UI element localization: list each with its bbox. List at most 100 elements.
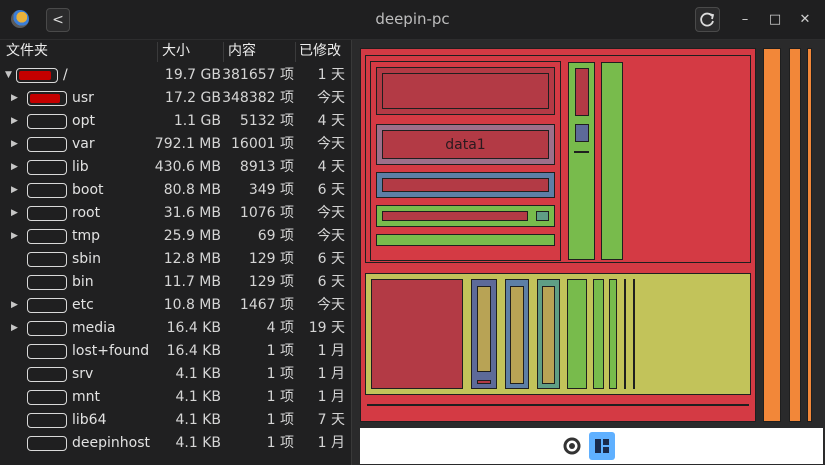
folder-modified: 6 天: [317, 182, 345, 198]
usage-bar: [27, 390, 67, 405]
usage-bar: [27, 137, 67, 152]
column-separator[interactable]: [223, 42, 224, 62]
folder-size: 25.9 MB: [163, 228, 221, 244]
table-row[interactable]: lost+found 16.4 KB 1 项 1 月: [0, 340, 352, 363]
table-row[interactable]: bin 11.7 MB 129 项 6 天: [0, 271, 352, 294]
expand-right-icon[interactable]: ▶: [11, 317, 18, 340]
folder-size: 12.8 MB: [163, 251, 221, 267]
folder-modified: 4 天: [317, 159, 345, 175]
treemap-cell[interactable]: [567, 279, 587, 389]
expand-right-icon[interactable]: ▶: [11, 133, 18, 156]
expand-right-icon[interactable]: ▶: [11, 156, 18, 179]
folder-name: /: [63, 67, 68, 83]
folder-size: 4.1 KB: [175, 389, 222, 405]
rings-view-button[interactable]: [559, 432, 585, 460]
folder-name: opt: [72, 113, 95, 129]
table-row[interactable]: lib64 4.1 KB 1 项 7 天: [0, 409, 352, 432]
folder-size: 16.4 KB: [166, 320, 221, 336]
treemap-cell[interactable]: [789, 48, 801, 422]
table-row[interactable]: ▶ etc 10.8 MB 1467 项 今天: [0, 294, 352, 317]
usage-bar: [16, 68, 58, 83]
table-row[interactable]: ▶ root 31.6 MB 1076 项 今天: [0, 202, 352, 225]
expand-down-icon[interactable]: ▼: [5, 64, 12, 87]
treemap-cell[interactable]: [763, 48, 781, 422]
treemap-cell[interactable]: [371, 279, 463, 389]
treemap-cell[interactable]: [367, 404, 749, 406]
column-separator[interactable]: [157, 42, 158, 62]
folder-modified: 今天: [317, 228, 345, 244]
minimize-button[interactable]: –: [735, 10, 755, 30]
table-row[interactable]: ▶ media 16.4 KB 4 项 19 天: [0, 317, 352, 340]
folder-modified: 7 天: [317, 412, 345, 428]
folder-item-count: 1 项: [266, 412, 294, 428]
treemap-cell[interactable]: [575, 124, 589, 142]
treemap-cell[interactable]: [601, 62, 623, 260]
column-header-contents[interactable]: 内容: [228, 40, 256, 64]
view-mode-bar: [360, 428, 823, 464]
expand-right-icon[interactable]: ▶: [11, 202, 18, 225]
treemap-cell[interactable]: [575, 68, 589, 116]
table-row[interactable]: ▶ opt 1.1 GB 5132 项 4 天: [0, 110, 352, 133]
folder-modified: 6 天: [317, 274, 345, 290]
treemap-view-button[interactable]: [589, 432, 615, 460]
treemap-cell[interactable]: [382, 73, 549, 109]
column-header-modified[interactable]: 已修改: [299, 40, 341, 64]
treemap-cell[interactable]: [376, 234, 555, 246]
usage-bar: [27, 321, 67, 336]
treemap-label-data1[interactable]: data1: [382, 130, 549, 159]
expand-right-icon[interactable]: ▶: [11, 294, 18, 317]
folder-name: tmp: [72, 228, 101, 244]
treemap-cell[interactable]: [609, 279, 617, 389]
expand-right-icon[interactable]: ▶: [11, 110, 18, 133]
back-button[interactable]: <: [46, 8, 70, 32]
expand-right-icon[interactable]: ▶: [11, 87, 18, 110]
folder-item-count: 1 项: [266, 389, 294, 405]
treemap-cell[interactable]: [624, 279, 626, 389]
folder-name: media: [72, 320, 116, 336]
close-button[interactable]: ✕: [795, 10, 815, 30]
usage-bar: [27, 206, 67, 221]
table-row[interactable]: sbin 12.8 MB 129 项 6 天: [0, 248, 352, 271]
folder-item-count: 381657 项: [222, 67, 294, 83]
table-row[interactable]: ▶ boot 80.8 MB 349 项 6 天: [0, 179, 352, 202]
folder-name: root: [72, 205, 101, 221]
treemap-cell[interactable]: [382, 178, 549, 192]
table-row[interactable]: srv 4.1 KB 1 项 1 月: [0, 363, 352, 386]
refresh-icon: [700, 12, 715, 27]
usage-bar: [27, 114, 67, 129]
treemap-cell[interactable]: [477, 286, 491, 372]
table-row[interactable]: ▶ usr 17.2 GB 348382 项 今天: [0, 87, 352, 110]
treemap-cell[interactable]: [574, 151, 589, 153]
expand-right-icon[interactable]: ▶: [11, 225, 18, 248]
treemap-cell[interactable]: [633, 279, 635, 389]
folder-size: 792.1 MB: [154, 136, 221, 152]
maximize-button[interactable]: □: [765, 10, 785, 30]
treemap-cell[interactable]: [542, 286, 555, 384]
folder-name: mnt: [72, 389, 100, 405]
expand-right-icon[interactable]: ▶: [11, 179, 18, 202]
table-row[interactable]: ▶ var 792.1 MB 16001 项 今天: [0, 133, 352, 156]
folder-item-count: 1076 项: [239, 205, 294, 221]
treemap-cell[interactable]: [510, 286, 524, 384]
table-row[interactable]: ▶ tmp 25.9 MB 69 项 今天: [0, 225, 352, 248]
folder-item-count: 4 项: [266, 320, 294, 336]
column-header-folder[interactable]: 文件夹: [6, 40, 48, 64]
table-row[interactable]: mnt 4.1 KB 1 项 1 月: [0, 386, 352, 409]
treemap-chart-icon: [595, 439, 609, 453]
folder-list-panel: 文件夹 大小 内容 已修改 ▼ / 19.7 GB 381657 项 1 天 ▶ usr 17…: [0, 40, 352, 465]
table-row[interactable]: ▼ / 19.7 GB 381657 项 1 天: [0, 64, 352, 87]
refresh-button[interactable]: [695, 7, 720, 32]
treemap-cell[interactable]: [807, 48, 812, 422]
treemap-cell[interactable]: [593, 279, 604, 389]
treemap-cell[interactable]: [382, 211, 528, 221]
folder-size: 430.6 MB: [154, 159, 221, 175]
usage-bar-fill: [19, 71, 51, 80]
folder-item-count: 69 项: [257, 228, 294, 244]
column-separator[interactable]: [295, 42, 296, 62]
treemap-cell[interactable]: [477, 380, 491, 384]
app-logo-icon: [11, 10, 29, 28]
table-row[interactable]: ▶ lib 430.6 MB 8913 项 4 天: [0, 156, 352, 179]
column-header-size[interactable]: 大小: [162, 40, 190, 64]
treemap-cell[interactable]: [536, 211, 549, 221]
table-row[interactable]: deepinhost 4.1 KB 1 项 1 月: [0, 432, 352, 455]
